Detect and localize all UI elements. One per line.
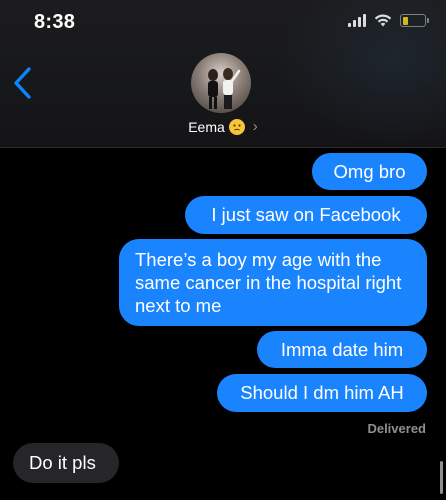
outgoing-message[interactable]: Omg bro xyxy=(312,153,427,190)
battery-icon xyxy=(400,14,429,27)
back-chevron-icon[interactable] xyxy=(12,66,34,100)
delivery-status: Delivered xyxy=(367,421,426,436)
contact-name-button[interactable]: Eema › xyxy=(0,118,446,135)
scrollbar[interactable] xyxy=(440,461,443,494)
emoji-icon xyxy=(228,118,245,135)
outgoing-message[interactable]: I just saw on Facebook xyxy=(185,196,427,234)
message-list: Omg bro I just saw on Facebook There’s a… xyxy=(0,148,446,500)
chevron-right-icon: › xyxy=(252,118,258,135)
contact-avatar[interactable] xyxy=(191,53,251,113)
contact-name: Eema xyxy=(188,118,225,135)
conversation-header: 8:38 Eema › xyxy=(0,0,446,148)
cellular-signal-icon xyxy=(348,14,366,27)
status-indicators xyxy=(348,14,429,27)
outgoing-message[interactable]: Imma date him xyxy=(257,331,427,368)
wifi-icon xyxy=(374,14,392,27)
incoming-message[interactable]: Do it pls xyxy=(13,443,119,483)
outgoing-message[interactable]: There’s a boy my age with the same cance… xyxy=(119,239,427,326)
status-time: 8:38 xyxy=(34,11,76,33)
outgoing-message[interactable]: Should I dm him AH xyxy=(217,374,427,412)
